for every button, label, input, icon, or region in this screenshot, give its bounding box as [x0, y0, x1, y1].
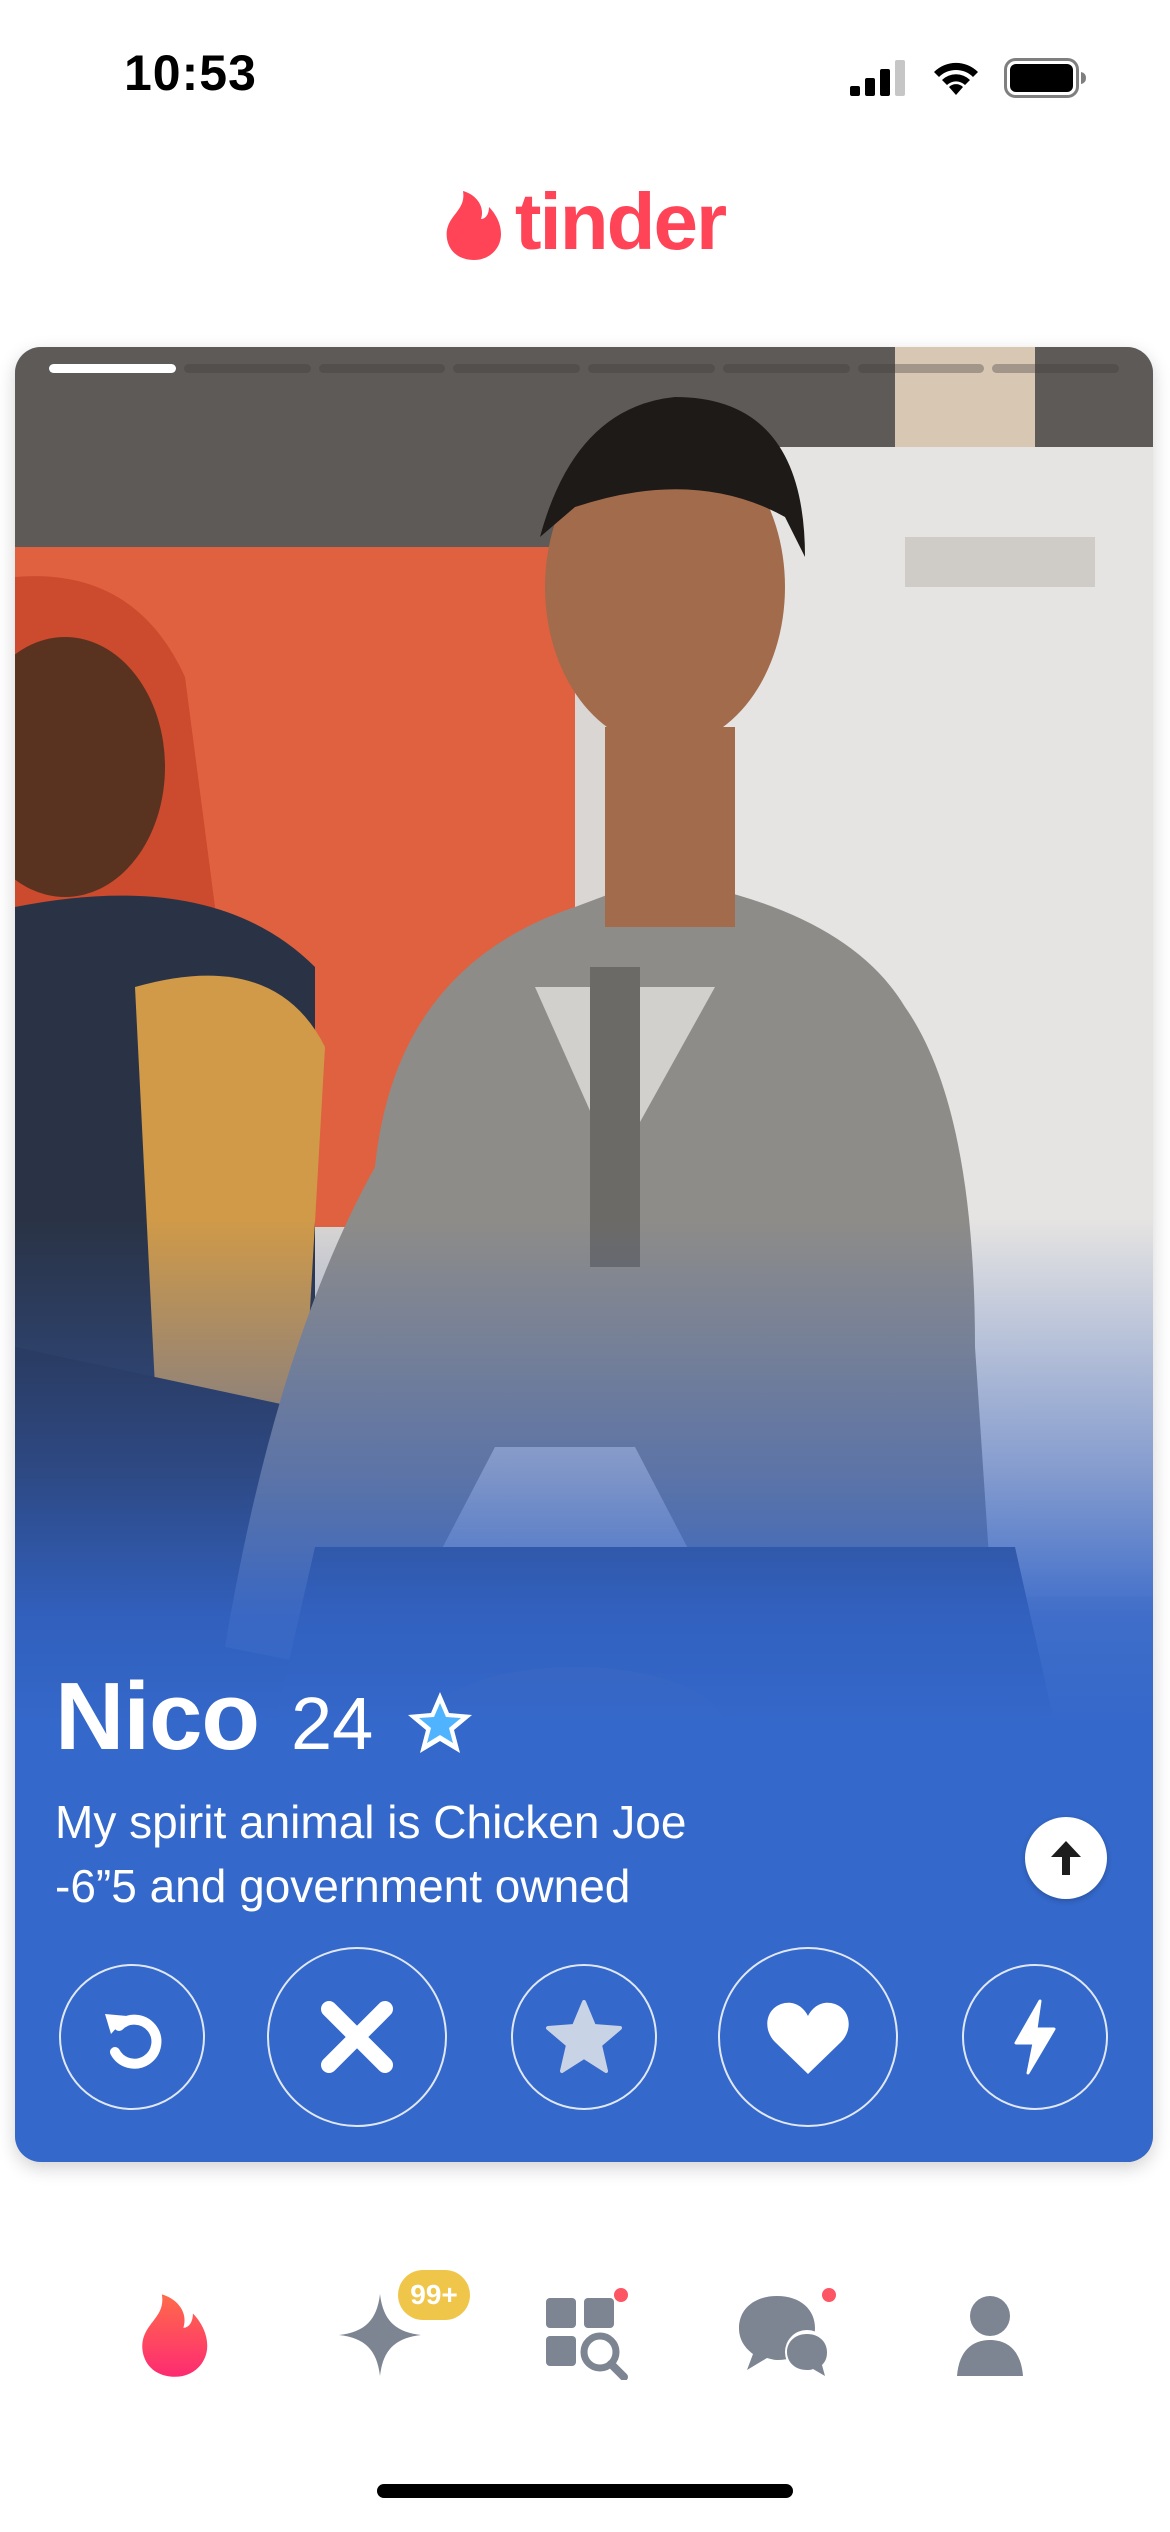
open-profile-button[interactable]: [1025, 1817, 1107, 1899]
heart-icon: [767, 2002, 849, 2074]
person-icon: [957, 2296, 1023, 2376]
wifi-icon: [934, 62, 978, 95]
rewind-button[interactable]: [59, 1964, 205, 2110]
photo-progress-segment[interactable]: [992, 364, 1119, 373]
action-buttons: [15, 1947, 1153, 2127]
profile-age: 24: [291, 1682, 374, 1765]
lightning-icon: [1014, 1999, 1056, 2075]
star-icon: [546, 2000, 622, 2073]
bio-line: -6”5 and government owned: [55, 1860, 631, 1912]
app-header: tinder: [0, 170, 1170, 280]
cellular-signal-icon: [850, 60, 905, 96]
nope-button[interactable]: [267, 1947, 447, 2127]
super-like-button[interactable]: [511, 1964, 657, 2110]
boost-button[interactable]: [962, 1964, 1108, 2110]
status-bar: 10:53: [0, 0, 1170, 140]
battery-icon: [1004, 58, 1086, 98]
photo-progress-segment[interactable]: [183, 364, 311, 373]
tab-home[interactable]: [120, 2280, 230, 2390]
tab-bar: [0, 2250, 1170, 2410]
name-row: Nico 24: [55, 1662, 1055, 1772]
status-time: 10:53: [124, 45, 257, 101]
messages-notification-dot: [822, 2288, 836, 2302]
tinder-flame-icon: [142, 2294, 208, 2377]
tab-profile[interactable]: [935, 2280, 1045, 2390]
bio-line: My spirit animal is Chicken Joe: [55, 1796, 687, 1848]
arrow-up-icon: [1051, 1841, 1081, 1875]
tinder-flame-icon: [446, 191, 501, 260]
profile-bio: My spirit animal is Chicken Joe -6”5 and…: [55, 1790, 1055, 1918]
photo-progress-segment[interactable]: [588, 364, 715, 373]
home-indicator[interactable]: [377, 2484, 793, 2498]
photo-progress-segment[interactable]: [453, 364, 580, 373]
verified-star-icon: [408, 1692, 473, 1753]
profile-info: Nico 24 My spirit animal is Chicken Joe …: [55, 1662, 1055, 1918]
explore-icon: [546, 2298, 628, 2380]
photo-progress-segment[interactable]: [722, 364, 850, 373]
status-icons: [850, 56, 1088, 100]
explore-notification-dot: [614, 2288, 628, 2302]
rewind-icon: [105, 2014, 162, 2069]
photo-progress-segment[interactable]: [857, 364, 985, 373]
chat-bubbles-icon: [739, 2296, 829, 2376]
photo-progress-segment[interactable]: [49, 364, 176, 373]
photo-progress-bar: [49, 364, 1119, 373]
close-icon: [321, 2001, 393, 2073]
photo-progress-segment[interactable]: [318, 364, 446, 373]
profile-card[interactable]: Nico 24 My spirit animal is Chicken Joe …: [15, 347, 1153, 2162]
like-button[interactable]: [718, 1947, 898, 2127]
profile-name: Nico: [55, 1663, 260, 1770]
likes-count-badge: 99+: [398, 2270, 470, 2320]
tinder-logo-text: tinder: [514, 177, 727, 266]
